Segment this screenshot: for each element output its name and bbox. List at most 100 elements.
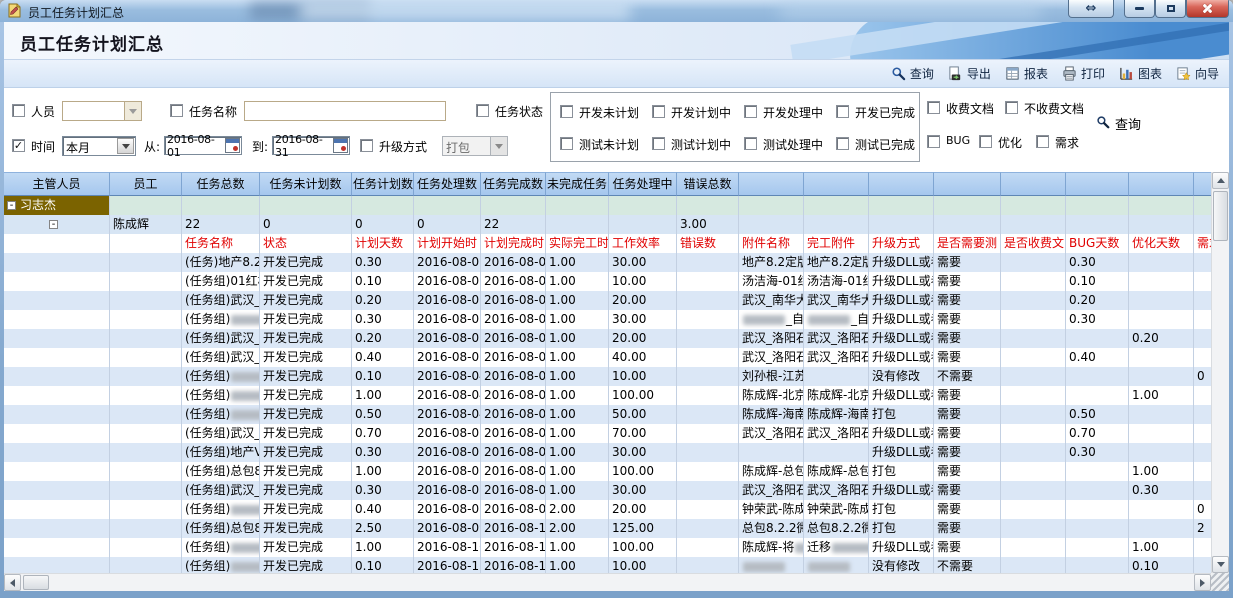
vertical-scroll-thumb[interactable] <box>1213 191 1228 241</box>
time-filter-checkbox[interactable]: ✓ <box>12 139 25 152</box>
status-option-checkbox[interactable] <box>560 105 573 118</box>
status-option-checkbox[interactable] <box>836 137 849 150</box>
date-from-field[interactable]: 2016-08-01 <box>164 136 242 155</box>
cell: 武汉_洛阳石 <box>739 329 804 348</box>
scroll-down-button[interactable] <box>1212 556 1229 573</box>
cell: 2016-08-03 <box>481 348 546 367</box>
task-row[interactable]: (任务组)总包8.2.开发已完成1.002016-08-082016-08-08… <box>4 462 1211 481</box>
task-name-input[interactable] <box>244 101 446 121</box>
cell: 0.20 <box>1129 329 1194 348</box>
cell <box>110 500 182 519</box>
window-switch-button[interactable]: ⇔ <box>1068 0 1114 18</box>
cell <box>739 196 804 215</box>
header-cell <box>739 172 804 196</box>
expander-minus-icon[interactable]: - <box>7 201 16 210</box>
task-row[interactable]: (任务组)武汉_洛阳开发已完成0.402016-08-032016-08-031… <box>4 348 1211 367</box>
cell: 2016-08-08 <box>414 500 481 519</box>
upgrade-mode-checkbox[interactable] <box>360 139 373 152</box>
vertical-scrollbar[interactable] <box>1211 172 1229 573</box>
task-row[interactable]: (任务)地产8.2定版开发已完成0.302016-08-022016-08-02… <box>4 253 1211 272</box>
status-option-checkbox[interactable] <box>744 105 757 118</box>
cell: 0.10 <box>352 367 414 386</box>
cell: 100.00 <box>609 462 677 481</box>
filter-query-button[interactable]: 查询 <box>1096 114 1141 133</box>
task-row[interactable]: (任务组)武汉_洛阳开发已完成0.302016-08-082016-08-081… <box>4 481 1211 500</box>
search-icon <box>891 66 906 81</box>
scroll-right-button[interactable] <box>1194 574 1211 591</box>
titlebar[interactable]: 员工任务计划汇总 ⇔ <box>0 0 1233 22</box>
toolbar-chart-button[interactable]: 图表 <box>1119 65 1162 82</box>
cell: 需要 <box>934 291 1001 310</box>
status-option-label: 测试未计划 <box>579 136 639 153</box>
task-row[interactable]: (任务组)总包8.2.开发已完成2.502016-08-092016-08-11… <box>4 519 1211 538</box>
cell: 开发已完成 <box>260 272 352 291</box>
cell: 20.00 <box>609 291 677 310</box>
task-row[interactable]: (任务组)开发已完成0.102016-08-112016-08-111.0010… <box>4 557 1211 573</box>
toolbar-export-button[interactable]: 导出 <box>948 65 991 82</box>
cell: 100.00 <box>609 386 677 405</box>
group-row[interactable]: -习志杰 <box>4 196 1211 215</box>
horizontal-scroll-thumb[interactable] <box>23 575 49 590</box>
bug-checkbox[interactable] <box>927 135 940 148</box>
status-option-checkbox[interactable] <box>652 137 665 150</box>
status-option-checkbox[interactable] <box>836 105 849 118</box>
scroll-up-button[interactable] <box>1212 172 1229 189</box>
status-option-checkbox[interactable] <box>560 137 573 150</box>
task-row[interactable]: (任务组)宽开发已完成1.002016-08-102016-08-101.001… <box>4 538 1211 557</box>
optimize-checkbox[interactable] <box>979 135 992 148</box>
cell <box>677 405 739 424</box>
datepicker-icon[interactable] <box>333 138 348 153</box>
task-row[interactable]: (任务组)开发已完成0.502016-08-042016-08-041.0050… <box>4 405 1211 424</box>
task-row[interactable]: (任务组)武汉_洛阳开发已完成0.202016-08-032016-08-031… <box>4 329 1211 348</box>
cell: 70.00 <box>609 424 677 443</box>
minimize-button[interactable] <box>1124 0 1155 18</box>
person-select[interactable] <box>62 101 142 121</box>
restore-button[interactable] <box>1155 0 1186 18</box>
task-row[interactable]: (任务组)开发已完成0.102016-08-042016-08-041.0010… <box>4 367 1211 386</box>
cell <box>677 272 739 291</box>
employee-row[interactable]: -陈成辉22000223.00 <box>4 215 1211 234</box>
resize-grip[interactable] <box>1211 573 1229 591</box>
cell: 武汉_洛阳石 <box>804 481 869 500</box>
redacted-text <box>808 315 850 325</box>
scroll-left-button[interactable] <box>4 574 21 591</box>
cell <box>1001 386 1066 405</box>
toolbar-wizard-button[interactable]: 向导 <box>1176 65 1219 82</box>
cell <box>1066 329 1129 348</box>
expander-minus-icon[interactable]: - <box>49 220 58 229</box>
cell <box>1129 253 1194 272</box>
cell: 0.10 <box>1066 272 1129 291</box>
fee-doc-checkbox[interactable] <box>927 101 940 114</box>
toolbar-report-button[interactable]: 报表 <box>1005 65 1048 82</box>
datepicker-icon[interactable] <box>225 138 240 153</box>
task-row[interactable]: (任务组)开发已完成1.002016-08-042016-08-041.0010… <box>4 386 1211 405</box>
status-option-checkbox[interactable] <box>652 105 665 118</box>
cell <box>4 538 110 557</box>
task-row[interactable]: (任务组)武汉_洛阳开发已完成0.702016-08-052016-08-051… <box>4 424 1211 443</box>
task-row[interactable]: (任务组)开发已完成0.402016-08-082016-08-082.0020… <box>4 500 1211 519</box>
toolbar-print-button[interactable]: 打印 <box>1062 65 1105 82</box>
cell: 升级DLL或者 <box>869 253 934 272</box>
requirement-checkbox[interactable] <box>1036 135 1049 148</box>
task-status-filter-checkbox[interactable] <box>476 104 489 117</box>
cell: 2016-08-04 <box>414 386 481 405</box>
time-range-select[interactable]: 本月 <box>62 136 136 156</box>
task-row[interactable]: (任务组)地产V8.2开发已完成0.302016-08-052016-08-05… <box>4 443 1211 462</box>
no-fee-doc-checkbox[interactable] <box>1005 101 1018 114</box>
toolbar-query-button[interactable]: 查询 <box>891 65 934 82</box>
cell <box>1066 538 1129 557</box>
date-to-field[interactable]: 2016-08-31 <box>272 136 350 155</box>
task-row[interactable]: (任务组)开发已完成0.302016-08-032016-08-031.0030… <box>4 310 1211 329</box>
close-button[interactable] <box>1186 0 1229 18</box>
task-name-filter-checkbox[interactable] <box>170 104 183 117</box>
cell <box>110 367 182 386</box>
person-filter-checkbox[interactable] <box>12 104 25 117</box>
task-name-filter-label: 任务名称 <box>189 103 237 120</box>
horizontal-scrollbar[interactable] <box>4 573 1211 591</box>
status-option-label: 开发计划中 <box>671 104 731 121</box>
status-option-checkbox[interactable] <box>744 137 757 150</box>
redacted-text <box>832 543 869 553</box>
task-row[interactable]: (任务组)武汉_南华开发已完成0.202016-08-032016-08-031… <box>4 291 1211 310</box>
task-row[interactable]: (任务组)01红相PM开发已完成0.102016-08-022016-08-02… <box>4 272 1211 291</box>
upgrade-mode-select[interactable]: 打包 <box>442 136 508 156</box>
